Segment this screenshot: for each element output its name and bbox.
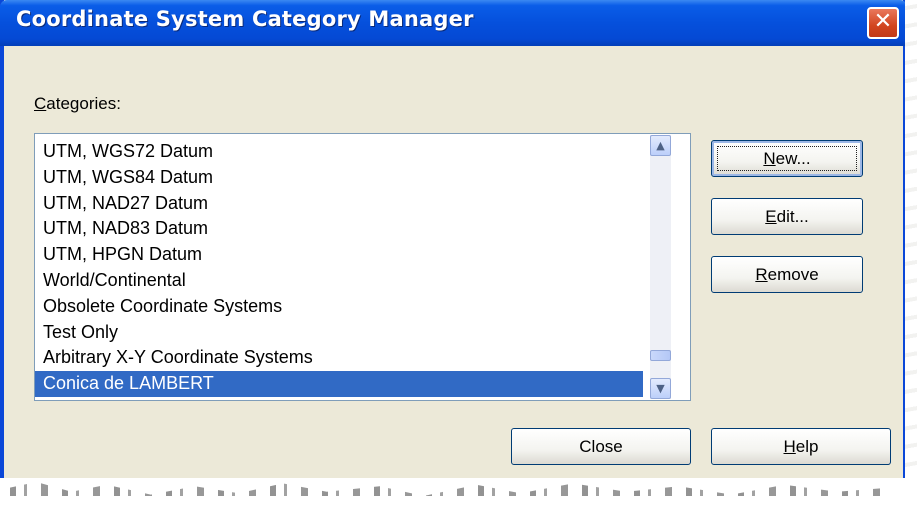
remove-button[interactable]: Remove <box>711 256 863 293</box>
list-item[interactable]: UTM, WGS84 Datum <box>35 165 643 191</box>
close-icon[interactable]: ✕ <box>867 7 899 39</box>
list-item[interactable]: Arbitrary X-Y Coordinate Systems <box>35 345 643 371</box>
categories-label: Categories: <box>34 94 121 113</box>
list-item[interactable]: World/Continental <box>35 268 643 294</box>
list-item[interactable]: UTM, NAD27 Datum <box>35 191 643 217</box>
scroll-up-icon[interactable]: ▲ <box>650 135 671 156</box>
list-item[interactable]: Obsolete Coordinate Systems <box>35 294 643 320</box>
torn-edge-bottom <box>0 478 917 506</box>
dialog-window: Coordinate System Category Manager ✕ Cat… <box>0 0 907 478</box>
list-item[interactable]: UTM, HPGN Datum <box>35 242 643 268</box>
list-item[interactable]: Test Only <box>35 320 643 346</box>
title-bar[interactable]: Coordinate System Category Manager ✕ <box>0 0 907 46</box>
help-button[interactable]: Help <box>711 428 891 465</box>
new-button[interactable]: New... <box>711 140 863 177</box>
vertical-scrollbar[interactable]: ▲ ▼ <box>650 135 671 399</box>
list-item[interactable]: Conica de LAMBERT <box>35 371 643 397</box>
edit-button[interactable]: Edit... <box>711 198 863 235</box>
list-item[interactable]: UTM, WGS72 Datum <box>35 139 643 165</box>
list-item[interactable]: UTM, NAD83 Datum <box>35 216 643 242</box>
torn-edge-right <box>905 0 917 506</box>
dialog-title: Coordinate System Category Manager <box>16 7 474 31</box>
close-button[interactable]: Close <box>511 428 691 465</box>
scroll-down-icon[interactable]: ▼ <box>650 378 671 399</box>
scrollbar-thumb[interactable] <box>650 350 671 361</box>
categories-listbox[interactable]: UTM, WGS72 Datum UTM, WGS84 Datum UTM, NAD… <box>34 133 691 401</box>
